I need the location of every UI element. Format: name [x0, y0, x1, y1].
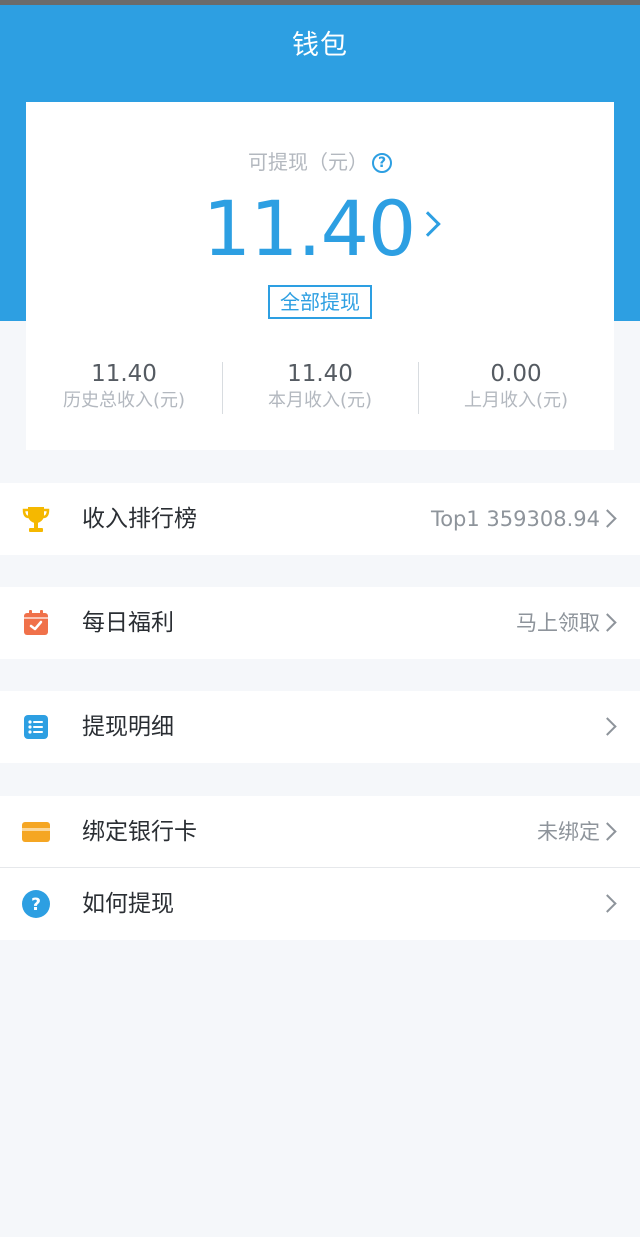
menu-item-how-to-withdraw[interactable]: ? 如何提现: [0, 868, 640, 940]
question-icon: ?: [21, 889, 51, 919]
menu-item-value: 未绑定: [537, 820, 600, 844]
svg-text:?: ?: [31, 895, 41, 915]
stat-label: 历史总收入(元): [62, 390, 186, 411]
menu-item-label: 每日福利: [82, 610, 174, 636]
menu-item-label: 绑定银行卡: [82, 819, 197, 845]
withdraw-all-button[interactable]: 全部提现: [268, 285, 372, 319]
stat-value: 0.00: [490, 361, 542, 387]
help-icon[interactable]: ?: [372, 153, 392, 173]
stat-value: 11.40: [287, 361, 353, 387]
chevron-right-icon: [598, 509, 617, 528]
chevron-right-icon: [598, 717, 617, 736]
chevron-right-icon: [598, 613, 617, 632]
stat-label: 上月收入(元): [463, 390, 569, 411]
menu-item-income-ranking[interactable]: 收入排行榜 Top1 359308.94: [0, 483, 640, 555]
stat-value: 11.40: [91, 361, 157, 387]
stat-month-income: 11.40 本月收入(元): [222, 360, 418, 416]
stat-total-income: 11.40 历史总收入(元): [26, 360, 222, 416]
available-row: 可提现（元）?: [26, 146, 614, 175]
income-stats: 11.40 历史总收入(元) 11.40 本月收入(元) 0.00 上月收入(元…: [26, 360, 614, 416]
menu-item-value: Top1 359308.94: [430, 507, 600, 531]
calendar-icon: [21, 608, 51, 638]
wallet-card: 可提现（元）? 11.40 全部提现 11.40 历史总收入(元) 11.40 …: [26, 102, 614, 450]
menu-item-label: 收入排行榜: [82, 506, 197, 532]
stat-last-month-income: 0.00 上月收入(元): [418, 360, 614, 416]
menu-item-bind-bank-card[interactable]: 绑定银行卡 未绑定: [0, 796, 640, 868]
list-icon: [21, 712, 51, 742]
page-title: 钱包: [292, 30, 348, 61]
menu-item-label: 如何提现: [82, 891, 174, 917]
chevron-right-icon: [598, 822, 617, 841]
menu-item-daily-benefits[interactable]: 每日福利 马上领取: [0, 587, 640, 659]
menu-item-value: 马上领取: [516, 611, 600, 635]
menu-item-withdraw-details[interactable]: 提现明细: [0, 691, 640, 763]
available-amount: 11.40: [202, 184, 417, 273]
chevron-right-icon: [598, 894, 617, 913]
menu-item-label: 提现明细: [82, 714, 174, 740]
stat-label: 本月收入(元): [267, 390, 373, 411]
chevron-right-icon: [415, 211, 442, 237]
trophy-icon: [21, 504, 51, 534]
available-label: 可提现（元）: [248, 150, 368, 174]
amount-link[interactable]: 11.40: [26, 188, 614, 270]
card-icon: [21, 817, 51, 847]
